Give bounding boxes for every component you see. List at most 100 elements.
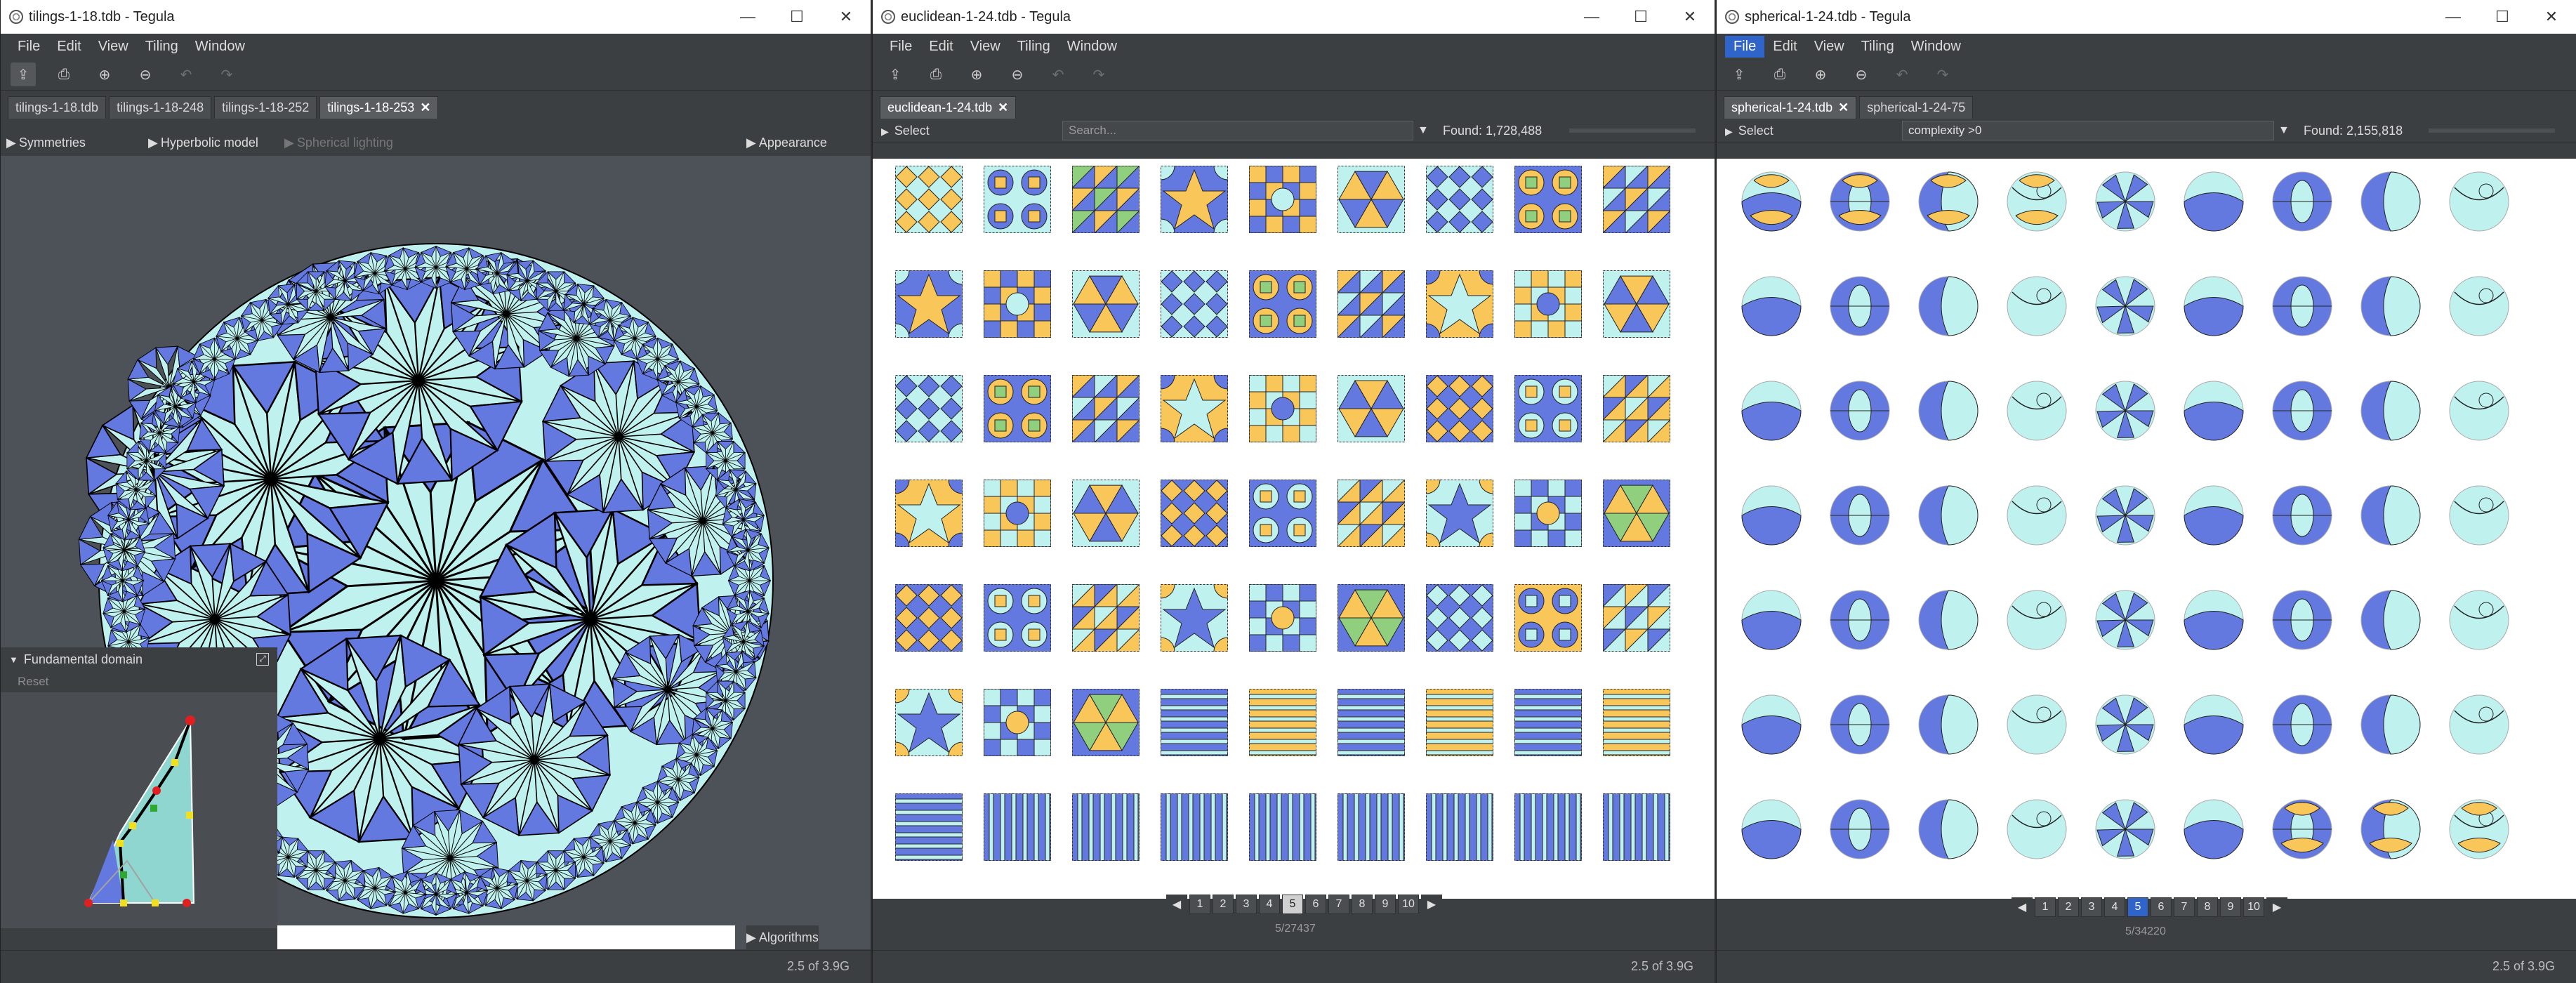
tiling-thumbnail[interactable] — [1514, 479, 1583, 550]
open-icon[interactable]: ⇪ — [11, 62, 36, 86]
spherical-tiling-thumbnail[interactable] — [2005, 693, 2068, 760]
tiling-thumbnail[interactable] — [1514, 166, 1582, 237]
minimize-button[interactable]: — — [723, 0, 772, 34]
menu-tiling[interactable]: Tiling — [137, 36, 187, 58]
tiling-thumbnail[interactable] — [1337, 375, 1405, 446]
tiling-thumbnail[interactable] — [894, 793, 963, 864]
close-button[interactable]: ✕ — [2527, 0, 2576, 34]
appearance-panel-toggle[interactable]: ▶ Appearance — [746, 131, 827, 154]
tiling-thumbnail[interactable] — [1161, 480, 1228, 550]
search-history-dropdown-icon[interactable]: ▼ — [1418, 124, 1429, 137]
tiling-thumbnail[interactable] — [880, 674, 977, 771]
page-button-7[interactable]: 7 — [1328, 895, 1349, 914]
tiling-thumbnail[interactable] — [1602, 583, 1672, 655]
search-input[interactable]: Search... — [1062, 121, 1413, 140]
spherical-tiling-thumbnail[interactable] — [2359, 379, 2422, 446]
close-tab-icon[interactable]: ✕ — [1838, 100, 1849, 115]
spherical-tiling-thumbnail[interactable] — [2182, 798, 2245, 864]
spherical-tiling-thumbnail[interactable] — [2271, 693, 2334, 760]
maximize-button[interactable]: ☐ — [1616, 0, 1665, 34]
tab-tilings-1-18[interactable]: tilings-1-18.tdb — [8, 96, 107, 119]
redo-icon[interactable]: ↷ — [1930, 62, 1955, 86]
maximize-button[interactable]: ☐ — [2478, 0, 2527, 34]
spherical-tiling-thumbnail[interactable] — [2359, 693, 2422, 760]
spherical-tiling-thumbnail[interactable] — [2005, 275, 2068, 341]
spherical-tiling-thumbnail[interactable] — [2271, 588, 2334, 655]
previous-page-button[interactable]: ◀ — [2012, 897, 2033, 917]
undo-icon[interactable]: ↶ — [1045, 62, 1071, 86]
spherical-tiling-thumbnail[interactable] — [2448, 693, 2511, 760]
tiling-thumbnail[interactable] — [1426, 793, 1493, 864]
search-input[interactable]: complexity >0 — [1902, 121, 2274, 140]
tiling-thumbnail[interactable] — [1146, 360, 1243, 457]
menu-view[interactable]: View — [1806, 36, 1853, 58]
spherical-tiling-thumbnail[interactable] — [2448, 275, 2511, 341]
page-button-8[interactable]: 8 — [2197, 897, 2218, 917]
tiling-thumbnail[interactable] — [1249, 270, 1316, 341]
tab-tilings-1-18-248[interactable]: tilings-1-18-248 — [109, 96, 212, 119]
spherical-tiling-thumbnail[interactable] — [1740, 484, 1803, 550]
print-icon[interactable]: ⎙ — [1767, 62, 1792, 86]
page-button-5[interactable]: 5 — [2127, 897, 2148, 917]
tiling-thumbnail[interactable] — [1337, 166, 1405, 237]
search-history-dropdown-icon[interactable]: ▼ — [2278, 124, 2290, 137]
spherical-tiling-thumbnail[interactable] — [2359, 170, 2422, 237]
algorithms-input[interactable] — [277, 925, 735, 949]
spherical-tiling-thumbnail[interactable] — [1917, 275, 1980, 341]
title-bar[interactable]: spherical-1-24.tdb - Tegula — ☐ ✕ — [1717, 0, 2576, 34]
tiling-thumbnail[interactable] — [1249, 480, 1316, 550]
zoom-out-icon[interactable]: ⊖ — [1849, 62, 1874, 86]
undo-icon[interactable]: ↶ — [1889, 62, 1915, 86]
spherical-tiling-thumbnail[interactable] — [1740, 275, 1803, 341]
menu-tiling[interactable]: Tiling — [1009, 36, 1059, 58]
zoom-out-icon[interactable]: ⊖ — [1005, 62, 1030, 86]
tiling-thumbnail[interactable] — [1337, 689, 1406, 760]
fundamental-domain-editor[interactable] — [1, 692, 277, 928]
print-icon[interactable]: ⎙ — [923, 62, 949, 86]
spherical-tiling-thumbnail[interactable] — [2094, 693, 2157, 760]
zoom-out-icon[interactable]: ⊖ — [133, 62, 158, 86]
spherical-tiling-thumbnail[interactable] — [2005, 379, 2068, 446]
spherical-tiling-thumbnail[interactable] — [2094, 588, 2157, 655]
spherical-tiling-thumbnail[interactable] — [2094, 379, 2157, 446]
page-button-1[interactable]: 1 — [1189, 895, 1210, 914]
spherical-tiling-thumbnail[interactable] — [2182, 170, 2245, 237]
tiling-thumbnail[interactable] — [1602, 374, 1672, 446]
tab-euclidean-1-24[interactable]: euclidean-1-24.tdb ✕ — [880, 96, 1017, 119]
menu-view[interactable]: View — [962, 36, 1009, 58]
fundamental-domain-header[interactable]: ▼ Fundamental domain ⤢ — [1, 647, 277, 671]
spherical-tiling-thumbnail[interactable] — [2359, 275, 2422, 341]
spherical-tiling-thumbnail[interactable] — [2271, 170, 2334, 237]
title-bar[interactable]: tilings-1-18.tdb - Tegula — ☐ ✕ — [1, 0, 871, 34]
tiling-thumbnail[interactable] — [1160, 689, 1229, 760]
tiling-thumbnail[interactable] — [1337, 270, 1406, 341]
tiling-thumbnail[interactable] — [1248, 689, 1317, 760]
menu-window[interactable]: Window — [1059, 36, 1125, 58]
select-toggle[interactable]: ▶ Select — [1717, 124, 1774, 138]
redo-icon[interactable]: ↷ — [214, 62, 239, 86]
tiling-thumbnail[interactable] — [880, 256, 977, 352]
tiling-thumbnail[interactable] — [1426, 375, 1493, 446]
tiling-thumbnail[interactable] — [1249, 793, 1316, 864]
spherical-tiling-thumbnail[interactable] — [1740, 588, 1803, 655]
tiling-thumbnail[interactable] — [1071, 374, 1141, 446]
minimize-button[interactable]: — — [2429, 0, 2478, 34]
select-toggle[interactable]: ▶ Select — [873, 124, 930, 138]
close-tab-icon[interactable]: ✕ — [420, 100, 430, 115]
redo-icon[interactable]: ↷ — [1086, 62, 1111, 86]
title-bar[interactable]: euclidean-1-24.tdb - Tegula — ☐ ✕ — [873, 0, 1715, 34]
spherical-tiling-thumbnail[interactable] — [2359, 798, 2422, 864]
next-page-button[interactable]: ▶ — [1421, 895, 1442, 914]
spherical-tiling-thumbnail[interactable] — [1917, 798, 1980, 864]
page-button-9[interactable]: 9 — [2220, 897, 2241, 917]
spherical-tiling-thumbnail[interactable] — [2094, 170, 2157, 237]
spherical-tiling-thumbnail[interactable] — [2359, 484, 2422, 550]
tiling-thumbnail[interactable] — [895, 584, 963, 655]
spherical-tiling-thumbnail[interactable] — [1917, 379, 1980, 446]
spherical-tiling-thumbnail[interactable] — [2448, 798, 2511, 864]
tiling-thumbnail[interactable] — [983, 688, 1052, 760]
spherical-tiling-thumbnail[interactable] — [1917, 693, 1980, 760]
spherical-tiling-thumbnail[interactable] — [2448, 170, 2511, 237]
spherical-tiling-thumbnail[interactable] — [1828, 484, 1891, 550]
spherical-tiling-thumbnail[interactable] — [1740, 693, 1803, 760]
